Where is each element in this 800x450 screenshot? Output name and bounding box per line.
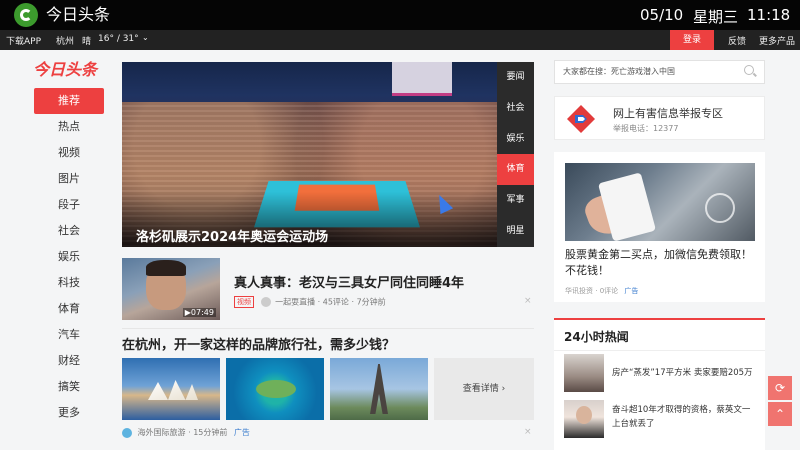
hot-news-text[interactable]: 奋斗超10年才取得的资格，蔡英文一上台就丢了 [612,403,756,431]
feed-item-meta: 海外国际旅游 · 15分钟前 广告 [122,427,250,438]
feed-item-title[interactable]: 真人真事：老汉与三具女尸同住同睡4年 [234,272,464,291]
hot-news-text[interactable]: 房产“蒸发”17平方米 卖家要赔205万 [612,366,756,380]
source-avatar-icon [260,297,271,307]
hero-caption[interactable]: 洛杉矶展示2024年奥运会运动场 [136,226,328,245]
hero-tab-headlines[interactable]: 要闻 [497,62,534,93]
more-products-link[interactable]: 更多产品 [759,34,795,47]
channel-nav: 推荐 热点 视频 图片 段子 社会 娱乐 科技 体育 汽车 财经 搞笑 更多 [34,88,104,426]
system-date: 05/10 [640,6,684,24]
thumbnail-hair [146,260,186,276]
feed-item-title[interactable]: 在杭州，开一家这样的品牌旅行社，需多少钱？ [122,334,395,353]
feed-item-time: 7分钟前 [356,297,386,307]
nav-item-video[interactable]: 视频 [34,140,104,166]
video-thumbnail[interactable]: ▶07:49 [122,258,220,320]
refresh-icon[interactable]: ⟳ [768,376,792,400]
nav-item-finance[interactable]: 财经 [34,348,104,374]
hot-news-title: 24小时热闻 [564,330,629,344]
hero-image-scoreboard [392,62,452,96]
nav-item-entertainment[interactable]: 娱乐 [34,244,104,270]
sidebar-ad-card[interactable]: 股票黄金第二买点，加微信免费领取！不花钱！ 华讯投资 · 0评论 广告 [554,152,765,302]
hero-tab-entertainment[interactable]: 娱乐 [497,124,534,155]
hero-tab-sports[interactable]: 体育 [497,154,534,186]
app-logo-icon [14,3,38,27]
search-input[interactable]: 大家都在搜：死亡游戏潜入中国 [554,60,765,84]
nav-item-jokes[interactable]: 段子 [34,192,104,218]
nav-item-funny[interactable]: 搞笑 [34,374,104,400]
hot-news-item[interactable]: 奋斗超10年才取得的资格，蔡英文一上台就丢了 [564,400,754,440]
nav-item-more[interactable]: 更多 [34,400,104,426]
hot-news-thumbnail[interactable] [564,354,604,392]
nav-item-tech[interactable]: 科技 [34,270,104,296]
feed-item-source[interactable]: 海外国际旅游 [138,428,186,437]
hot-news-panel: 24小时热闻 房产“蒸发”17平方米 卖家要赔205万 奋斗超10年才取得的资格… [554,318,765,450]
feed-item-video[interactable]: ▶07:49 真人真事：老汉与三具女尸同住同睡4年 视频 一起耍直播 · 45评… [122,258,534,320]
source-avatar-icon [122,427,132,438]
feed-image-island[interactable] [226,358,324,420]
login-button[interactable]: 登录 [670,30,714,50]
ad-title[interactable]: 股票黄金第二买点，加微信免费领取！不花钱！ [565,247,755,279]
weather-condition: 晴 [82,37,92,47]
dismiss-icon[interactable]: × [524,296,532,306]
weather-temperature: 16° / 31° [98,34,139,44]
system-clock: 11:18 [747,6,791,24]
nav-item-society[interactable]: 社会 [34,218,104,244]
dismiss-icon[interactable]: × [524,427,532,437]
report-title: 网上有害信息举报专区 [613,107,723,120]
app-title: 今日头条 [46,5,111,24]
video-tag: 视频 [234,296,254,308]
ad-comments: 0评论 [599,287,619,295]
report-phone: 举报电话：12377 [613,124,679,133]
feed-divider [122,328,534,329]
feedback-link[interactable]: 反馈 [728,34,746,47]
report-banner[interactable]: 网上有害信息举报专区 举报电话：12377 [554,96,765,140]
search-icon[interactable] [744,65,754,75]
weather-city[interactable]: 杭州 [56,34,74,47]
download-app-link[interactable]: 下载APP [6,34,41,47]
hot-news-item[interactable]: 房产“蒸发”17平方米 卖家要赔205万 [564,354,754,394]
hot-news-thumbnail[interactable] [564,400,604,438]
feed-image-eiffel-tower[interactable] [330,358,428,420]
system-weekday: 星期三 [693,8,739,26]
view-details-button[interactable]: 查看详情 › [434,358,534,420]
hero-slide[interactable]: 洛杉矶展示2024年奥运会运动场 [122,62,497,247]
feed-item-meta: 视频 一起耍直播 · 45评论 · 7分钟前 [234,296,386,308]
ad-source: 华讯投资 [565,287,593,295]
hero-tab-celebrity[interactable]: 明星 [497,216,534,247]
ad-tag: 广告 [624,287,639,295]
chevron-down-icon[interactable]: ⌄ [142,33,149,42]
ad-image-coin [705,193,735,223]
nav-item-recommend[interactable]: 推荐 [34,88,104,114]
hero-tab-society[interactable]: 社会 [497,93,534,124]
video-duration: ▶07:49 [182,308,216,317]
hero-tab-military[interactable]: 军事 [497,185,534,216]
nav-item-hot[interactable]: 热点 [34,114,104,140]
feed-image-opera-house[interactable] [122,358,220,420]
site-logo[interactable]: 今日头条 [33,60,105,80]
back-to-top-icon[interactable]: ⌃ [768,402,792,426]
nav-item-sports[interactable]: 体育 [34,296,104,322]
hero-category-tabs: 要闻 社会 娱乐 体育 军事 明星 [497,62,534,247]
ad-meta: 华讯投资 · 0评论 广告 [565,286,638,296]
os-status-bar: 今日头条 05/10 星期三 11:18 [0,0,800,30]
report-shield-icon [567,105,595,133]
feed-item-source[interactable]: 一起耍直播 [275,298,315,307]
site-top-bar: 下载APP 杭州 晴 16° / 31° ⌄ 登录 反馈 更多产品 [0,30,800,50]
feed-item-time: 15分钟前 [193,428,228,437]
feed-item-comments[interactable]: 45评论 [323,298,349,307]
ad-tag: 广告 [233,428,250,437]
ad-image[interactable] [565,163,755,241]
nav-item-images[interactable]: 图片 [34,166,104,192]
nav-item-auto[interactable]: 汽车 [34,322,104,348]
hot-news-divider [554,350,765,351]
